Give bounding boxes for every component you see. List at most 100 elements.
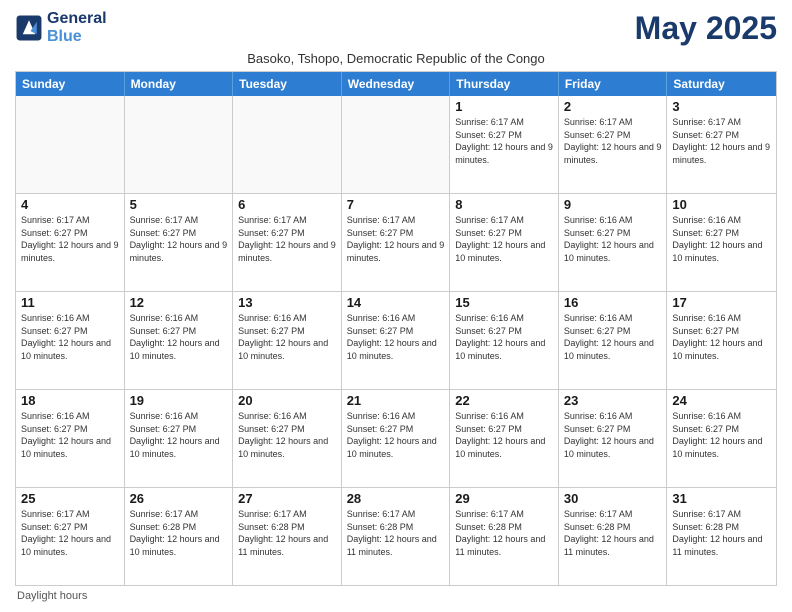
day-cell <box>233 96 342 193</box>
logo: General Blue <box>15 10 107 45</box>
day-cell: 15 Sunrise: 6:16 AM Sunset: 6:27 PM Dayli… <box>450 292 559 389</box>
day-info: Sunrise: 6:17 AM Sunset: 6:28 PM Dayligh… <box>238 508 336 558</box>
day-cell <box>342 96 451 193</box>
day-info: Sunrise: 6:17 AM Sunset: 6:27 PM Dayligh… <box>347 214 445 264</box>
day-info: Sunrise: 6:16 AM Sunset: 6:27 PM Dayligh… <box>347 410 445 460</box>
day-header-wednesday: Wednesday <box>342 72 451 96</box>
day-info: Sunrise: 6:16 AM Sunset: 6:27 PM Dayligh… <box>21 410 119 460</box>
week-row-1: 1 Sunrise: 6:17 AM Sunset: 6:27 PM Daylig… <box>16 96 776 194</box>
day-number: 19 <box>130 393 228 408</box>
day-number: 16 <box>564 295 662 310</box>
day-number: 21 <box>347 393 445 408</box>
day-info: Sunrise: 6:16 AM Sunset: 6:27 PM Dayligh… <box>238 410 336 460</box>
day-info: Sunrise: 6:16 AM Sunset: 6:27 PM Dayligh… <box>21 312 119 362</box>
day-number: 13 <box>238 295 336 310</box>
day-number: 2 <box>564 99 662 114</box>
day-number: 31 <box>672 491 771 506</box>
day-cell: 5 Sunrise: 6:17 AM Sunset: 6:27 PM Daylig… <box>125 194 234 291</box>
day-info: Sunrise: 6:16 AM Sunset: 6:27 PM Dayligh… <box>347 312 445 362</box>
day-number: 25 <box>21 491 119 506</box>
logo-general: General <box>47 10 107 28</box>
day-cell: 30Sunrise: 6:17 AM Sunset: 6:28 PM Dayli… <box>559 488 668 585</box>
day-number: 4 <box>21 197 119 212</box>
day-cell: 12 Sunrise: 6:16 AM Sunset: 6:27 PM Dayli… <box>125 292 234 389</box>
day-cell: 29Sunrise: 6:17 AM Sunset: 6:28 PM Dayli… <box>450 488 559 585</box>
day-info: Sunrise: 6:16 AM Sunset: 6:27 PM Dayligh… <box>564 214 662 264</box>
day-cell: 3Sunrise: 6:17 AM Sunset: 6:27 PM Daylig… <box>667 96 776 193</box>
day-info: Sunrise: 6:17 AM Sunset: 6:27 PM Dayligh… <box>564 116 662 166</box>
week-row-3: 11 Sunrise: 6:16 AM Sunset: 6:27 PM Dayli… <box>16 292 776 390</box>
day-info: Sunrise: 6:16 AM Sunset: 6:27 PM Dayligh… <box>672 312 771 362</box>
day-number: 12 <box>130 295 228 310</box>
day-number: 8 <box>455 197 553 212</box>
day-header-saturday: Saturday <box>667 72 776 96</box>
day-number: 28 <box>347 491 445 506</box>
day-info: Sunrise: 6:16 AM Sunset: 6:27 PM Dayligh… <box>130 410 228 460</box>
day-cell <box>125 96 234 193</box>
day-cell: 10 Sunrise: 6:16 AM Sunset: 6:27 PM Dayli… <box>667 194 776 291</box>
day-cell: 16Sunrise: 6:16 AM Sunset: 6:27 PM Dayli… <box>559 292 668 389</box>
day-cell: 13Sunrise: 6:16 AM Sunset: 6:27 PM Dayli… <box>233 292 342 389</box>
day-header-friday: Friday <box>559 72 668 96</box>
day-number: 10 <box>672 197 771 212</box>
day-info: Sunrise: 6:16 AM Sunset: 6:27 PM Dayligh… <box>130 312 228 362</box>
day-number: 27 <box>238 491 336 506</box>
day-cell: 18Sunrise: 6:16 AM Sunset: 6:27 PM Dayli… <box>16 390 125 487</box>
day-number: 5 <box>130 197 228 212</box>
day-cell: 31 Sunrise: 6:17 AM Sunset: 6:28 PM Dayli… <box>667 488 776 585</box>
day-info: Sunrise: 6:16 AM Sunset: 6:27 PM Dayligh… <box>672 214 771 264</box>
day-cell: 24 Sunrise: 6:16 AM Sunset: 6:27 PM Dayli… <box>667 390 776 487</box>
calendar-body: 1 Sunrise: 6:17 AM Sunset: 6:27 PM Daylig… <box>16 96 776 585</box>
day-cell <box>16 96 125 193</box>
day-number: 17 <box>672 295 771 310</box>
day-cell: 17 Sunrise: 6:16 AM Sunset: 6:27 PM Dayli… <box>667 292 776 389</box>
header: General Blue May 2025 <box>15 10 777 47</box>
day-cell: 20Sunrise: 6:16 AM Sunset: 6:27 PM Dayli… <box>233 390 342 487</box>
day-number: 23 <box>564 393 662 408</box>
location: Basoko, Tshopo, Democratic Republic of t… <box>15 51 777 66</box>
day-info: Sunrise: 6:17 AM Sunset: 6:27 PM Dayligh… <box>21 508 119 558</box>
footer-note: Daylight hours <box>15 590 777 602</box>
day-cell: 14 Sunrise: 6:16 AM Sunset: 6:27 PM Dayli… <box>342 292 451 389</box>
day-number: 9 <box>564 197 662 212</box>
day-cell: 19 Sunrise: 6:16 AM Sunset: 6:27 PM Dayli… <box>125 390 234 487</box>
calendar: SundayMondayTuesdayWednesdayThursdayFrid… <box>15 71 777 586</box>
day-info: Sunrise: 6:17 AM Sunset: 6:28 PM Dayligh… <box>672 508 771 558</box>
day-cell: 4Sunrise: 6:17 AM Sunset: 6:27 PM Daylig… <box>16 194 125 291</box>
day-number: 22 <box>455 393 553 408</box>
day-number: 3 <box>672 99 771 114</box>
day-number: 11 <box>21 295 119 310</box>
day-cell: 1 Sunrise: 6:17 AM Sunset: 6:27 PM Daylig… <box>450 96 559 193</box>
month-year: May 2025 <box>635 10 777 47</box>
page: General Blue May 2025 Basoko, Tshopo, De… <box>0 0 792 612</box>
day-cell: 8Sunrise: 6:17 AM Sunset: 6:27 PM Daylig… <box>450 194 559 291</box>
day-info: Sunrise: 6:16 AM Sunset: 6:27 PM Dayligh… <box>455 312 553 362</box>
day-header-monday: Monday <box>125 72 234 96</box>
day-info: Sunrise: 6:17 AM Sunset: 6:28 PM Dayligh… <box>347 508 445 558</box>
day-info: Sunrise: 6:17 AM Sunset: 6:27 PM Dayligh… <box>130 214 228 264</box>
day-info: Sunrise: 6:16 AM Sunset: 6:27 PM Dayligh… <box>564 410 662 460</box>
day-info: Sunrise: 6:16 AM Sunset: 6:27 PM Dayligh… <box>672 410 771 460</box>
day-cell: 9 Sunrise: 6:16 AM Sunset: 6:27 PM Daylig… <box>559 194 668 291</box>
day-info: Sunrise: 6:17 AM Sunset: 6:27 PM Dayligh… <box>455 116 553 166</box>
title-block: May 2025 <box>635 10 777 47</box>
day-number: 14 <box>347 295 445 310</box>
day-info: Sunrise: 6:17 AM Sunset: 6:28 PM Dayligh… <box>130 508 228 558</box>
day-cell: 21 Sunrise: 6:16 AM Sunset: 6:27 PM Dayli… <box>342 390 451 487</box>
day-cell: 23 Sunrise: 6:16 AM Sunset: 6:27 PM Dayli… <box>559 390 668 487</box>
week-row-4: 18Sunrise: 6:16 AM Sunset: 6:27 PM Dayli… <box>16 390 776 488</box>
day-header-thursday: Thursday <box>450 72 559 96</box>
day-cell: 28 Sunrise: 6:17 AM Sunset: 6:28 PM Dayli… <box>342 488 451 585</box>
day-cell: 2 Sunrise: 6:17 AM Sunset: 6:27 PM Daylig… <box>559 96 668 193</box>
day-cell: 25 Sunrise: 6:17 AM Sunset: 6:27 PM Dayli… <box>16 488 125 585</box>
day-cell: 27 Sunrise: 6:17 AM Sunset: 6:28 PM Dayli… <box>233 488 342 585</box>
logo-icon <box>15 14 43 42</box>
day-number: 24 <box>672 393 771 408</box>
day-number: 15 <box>455 295 553 310</box>
week-row-5: 25 Sunrise: 6:17 AM Sunset: 6:27 PM Dayli… <box>16 488 776 585</box>
day-cell: 22Sunrise: 6:16 AM Sunset: 6:27 PM Dayli… <box>450 390 559 487</box>
logo-text: General Blue <box>47 10 107 45</box>
day-number: 30 <box>564 491 662 506</box>
day-number: 1 <box>455 99 553 114</box>
day-headers: SundayMondayTuesdayWednesdayThursdayFrid… <box>16 72 776 96</box>
